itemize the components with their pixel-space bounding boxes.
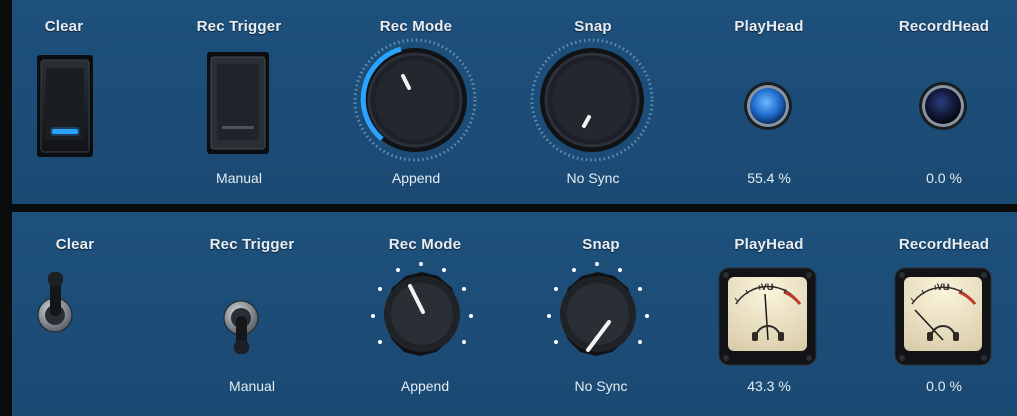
- top-rec-trigger-value: Manual: [216, 170, 262, 186]
- bottom-rec-mode-control: Rec Mode Append: [360, 212, 490, 416]
- top-control-panel: Clear Rec Trigger Manual Rec Mode Append…: [12, 0, 1017, 207]
- top-snap-control: Snap No Sync: [528, 0, 658, 204]
- bottom-rec-trigger-value: Manual: [229, 378, 275, 394]
- bottom-playhead-value: 43.3 %: [747, 378, 791, 394]
- bottom-clear-toggle-switch-icon[interactable]: [10, 212, 140, 416]
- bottom-playhead-vu-label: VU: [761, 282, 774, 292]
- bottom-recordhead-vu-label: VU: [937, 282, 950, 292]
- bottom-snap-control: Snap No Sync: [536, 212, 666, 416]
- top-clear-control: Clear: [0, 0, 129, 204]
- bottom-clear-control: Clear: [10, 212, 140, 416]
- top-snap-value: No Sync: [566, 170, 620, 186]
- bottom-playhead-control: PlayHead VU 43.3 %: [704, 212, 834, 416]
- bottom-rec-mode-value: Append: [400, 378, 450, 394]
- bottom-snap-value: No Sync: [574, 378, 628, 394]
- bottom-rec-trigger-control: Rec Trigger Manual: [187, 212, 317, 416]
- top-clear-rocker-switch-icon[interactable]: [0, 0, 129, 204]
- bottom-recordhead-control: RecordHead VU 0.0 %: [879, 212, 1009, 416]
- top-recordhead-control: RecordHead 0.0 %: [879, 0, 1009, 204]
- panel-divider: [0, 204, 1017, 212]
- top-recordhead-value: 0.0 %: [926, 170, 962, 186]
- top-rec-trigger-control: Rec Trigger Manual: [174, 0, 304, 204]
- top-playhead-control: PlayHead 55.4 %: [704, 0, 834, 204]
- top-rec-mode-value: Append: [391, 170, 441, 186]
- top-rec-mode-control: Rec Mode Append: [351, 0, 481, 204]
- bottom-control-panel: Clear Rec Trigger Manual Rec Mode Append…: [12, 212, 1017, 416]
- top-playhead-value: 55.4 %: [747, 170, 791, 186]
- bottom-recordhead-value: 0.0 %: [926, 378, 962, 394]
